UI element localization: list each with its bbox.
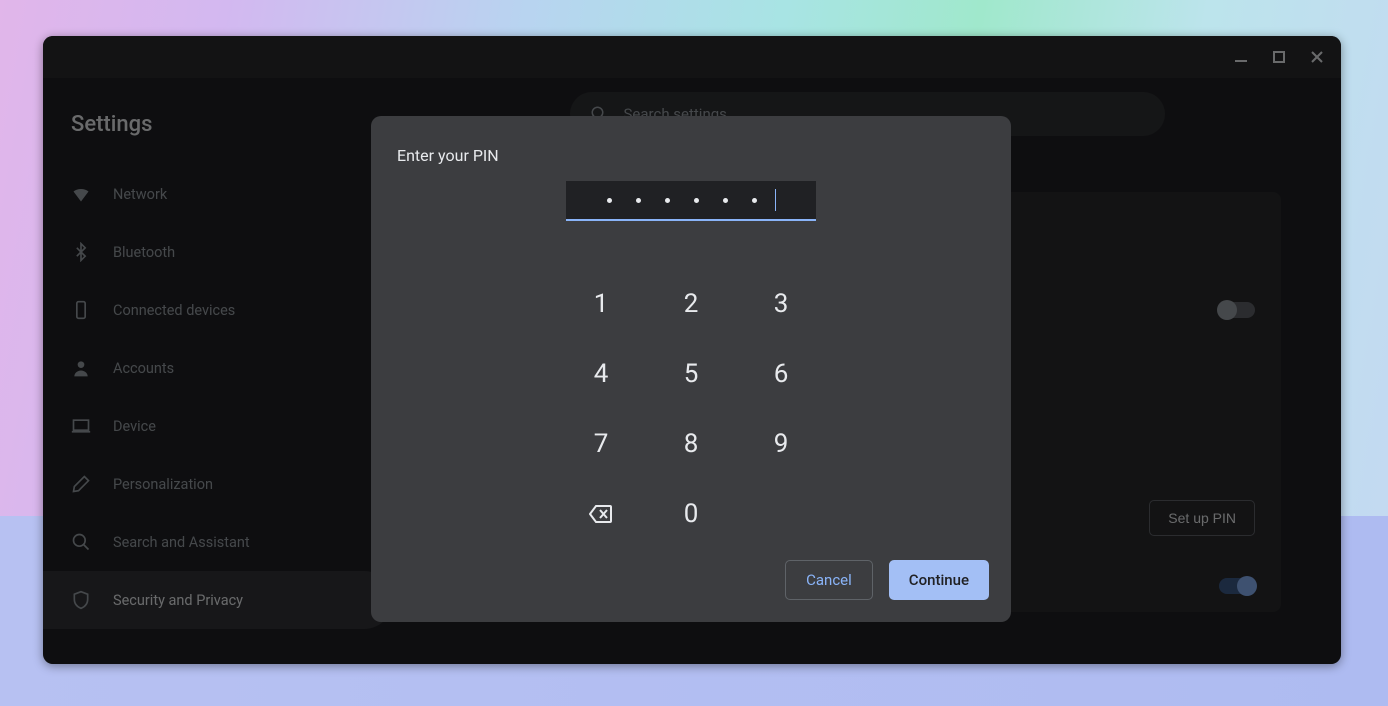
keypad-0[interactable]: 0 bbox=[661, 484, 721, 544]
backspace-icon bbox=[589, 504, 613, 524]
pin-cursor bbox=[775, 189, 776, 211]
keypad-5[interactable]: 5 bbox=[661, 344, 721, 404]
pin-dot bbox=[665, 198, 670, 203]
keypad: 1 2 3 4 5 6 7 8 9 0 bbox=[556, 269, 826, 549]
keypad-backspace[interactable] bbox=[571, 484, 631, 544]
pin-modal: Enter your PIN 1 2 3 4 5 6 7 8 9 0 bbox=[371, 116, 1011, 622]
pin-dot bbox=[723, 198, 728, 203]
keypad-empty bbox=[751, 484, 811, 544]
keypad-3[interactable]: 3 bbox=[751, 274, 811, 334]
keypad-7[interactable]: 7 bbox=[571, 414, 631, 474]
pin-dot bbox=[694, 198, 699, 203]
pin-dot bbox=[752, 198, 757, 203]
keypad-1[interactable]: 1 bbox=[571, 274, 631, 334]
keypad-8[interactable]: 8 bbox=[661, 414, 721, 474]
cancel-button[interactable]: Cancel bbox=[785, 560, 873, 600]
keypad-4[interactable]: 4 bbox=[571, 344, 631, 404]
pin-dot bbox=[607, 198, 612, 203]
pin-dot bbox=[636, 198, 641, 203]
modal-title: Enter your PIN bbox=[371, 116, 1011, 165]
settings-window: Settings Network Bluetooth Connected dev… bbox=[43, 36, 1341, 664]
keypad-9[interactable]: 9 bbox=[751, 414, 811, 474]
pin-input[interactable] bbox=[566, 181, 816, 221]
keypad-2[interactable]: 2 bbox=[661, 274, 721, 334]
continue-button[interactable]: Continue bbox=[889, 560, 989, 600]
keypad-6[interactable]: 6 bbox=[751, 344, 811, 404]
